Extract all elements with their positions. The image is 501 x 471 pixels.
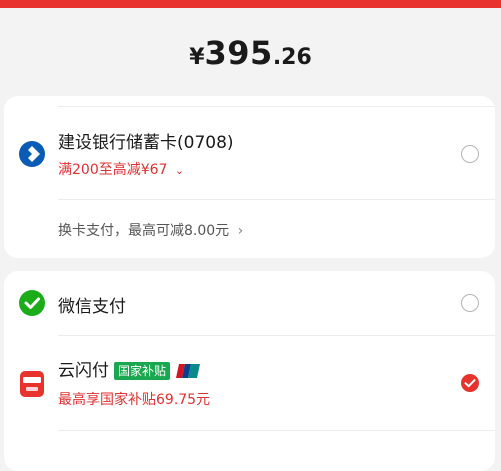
divider <box>58 199 495 200</box>
top-header-bar <box>0 0 501 8</box>
amount-integer: 395 <box>204 34 273 72</box>
switch-card-text: 换卡支付，最高可减8.00元 <box>58 223 230 239</box>
divider <box>58 430 495 431</box>
unionpay-title: 云闪付 <box>58 361 109 381</box>
unionpay-logo-icon <box>176 364 201 378</box>
cloud-quickpass-icon <box>20 371 44 397</box>
currency-symbol: ¥ <box>189 45 205 70</box>
wechat-title: 微信支付 <box>58 297 126 317</box>
unionpay-promo: 最高享国家补贴69.75元 <box>58 392 211 408</box>
chevron-right-icon: › <box>237 223 244 239</box>
unionpay-title-row: 云闪付 国家补贴 <box>58 356 201 381</box>
payment-amount: ¥395.26 <box>0 34 501 72</box>
ccb-title: 建设银行储蓄卡(0708) <box>58 133 234 153</box>
ccb-radio[interactable] <box>461 145 479 163</box>
divider <box>58 335 495 336</box>
ccb-promo-text: 满200至高减¥67 <box>58 162 168 178</box>
subsidy-badge: 国家补贴 <box>114 362 171 380</box>
other-payment-section: 微信支付 云闪付 国家补贴 最高享国家补贴69.75元 <box>4 271 495 471</box>
wechat-radio[interactable] <box>461 294 479 312</box>
ccb-logo-icon <box>19 141 45 167</box>
ccb-promo[interactable]: 满200至高减¥67 ⌄ <box>58 159 184 179</box>
amount-decimal: .26 <box>272 45 312 70</box>
unionpay-radio-checked[interactable] <box>461 374 479 392</box>
bank-card-section: 建设银行储蓄卡(0708) 满200至高减¥67 ⌄ 换卡支付，最高可减8.00… <box>4 96 495 258</box>
wechat-pay-icon <box>19 290 45 316</box>
switch-card-link[interactable]: 换卡支付，最高可减8.00元 › <box>58 220 243 240</box>
divider <box>58 106 495 107</box>
chevron-down-icon: ⌄ <box>174 164 185 177</box>
